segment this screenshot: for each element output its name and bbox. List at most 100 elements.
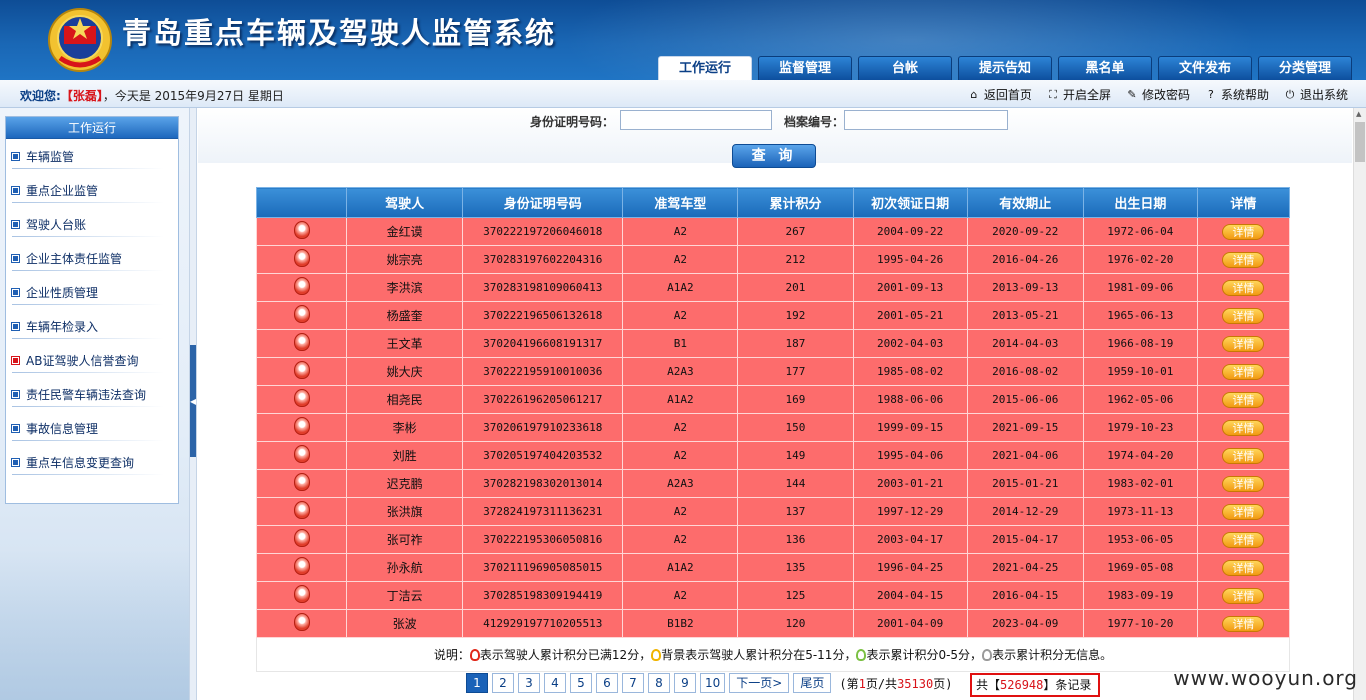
column-header: 累计积分 (737, 187, 854, 218)
scroll-up-icon[interactable]: ▲ (1356, 110, 1361, 118)
sidebar-item-9[interactable]: 重点车信息变更查询 (6, 445, 178, 479)
table-row[interactable]: 孙永航 370211196905085015 A1A2 135 1996-04-25 20… (255, 553, 1291, 582)
page-1-button[interactable]: 1 (466, 673, 488, 693)
table-row[interactable]: 王文革 370204196608191317 B1 187 2002-04-03 2014… (255, 329, 1291, 358)
table-cell: 201 (737, 273, 854, 302)
toplink-fullscreen[interactable]: ⛶ 开启全屏 (1046, 86, 1111, 103)
toplink-home[interactable]: ⌂ 返回首页 (967, 86, 1032, 103)
sidebar-menu-header[interactable]: 工作运行 (6, 117, 178, 139)
detail-button[interactable]: 详情 (1222, 335, 1265, 352)
sidebar-item-3[interactable]: 企业主体责任监管 (6, 241, 178, 275)
table-cell: A2 (622, 245, 739, 274)
detail-button[interactable]: 详情 (1222, 559, 1265, 576)
file-number-input[interactable] (844, 110, 1008, 130)
legend: 说明： 表示驾驶人累计积分已满12分， 背景表示驾驶人累计积分在5-11分， 表示累计… (256, 638, 1290, 672)
table-row[interactable]: 金红谟 370222197206046018 A2 267 2004-09-22 2020… (255, 217, 1291, 246)
detail-button[interactable]: 详情 (1222, 251, 1265, 268)
table-cell: 1962-05-06 (1082, 385, 1198, 414)
toplink-key[interactable]: ✎ 修改密码 (1125, 86, 1190, 103)
toplink-help[interactable]: ? 系统帮助 (1204, 86, 1269, 103)
table-cell: 相尧民 (346, 385, 464, 414)
table-cell: 370222197206046018 (462, 217, 624, 246)
vertical-scrollbar[interactable]: ▲ (1353, 108, 1366, 700)
nav-tab-0[interactable]: 工作运行 (658, 56, 752, 80)
table-cell: 136 (737, 525, 854, 554)
sidebar-item-8[interactable]: 事故信息管理 (6, 411, 178, 445)
next-page-button[interactable]: 下一页> (729, 673, 790, 693)
status-cell (255, 609, 348, 638)
detail-button[interactable]: 详情 (1222, 363, 1265, 380)
scrollbar-thumb[interactable] (1355, 122, 1365, 162)
sidebar-item-6[interactable]: AB证驾驶人信誉查询 (6, 343, 178, 377)
table-cell: 1966-08-19 (1082, 329, 1198, 358)
page-3-button[interactable]: 3 (518, 673, 540, 693)
page-2-button[interactable]: 2 (492, 673, 514, 693)
toplink-logout[interactable]: ⏻ 退出系统 (1283, 86, 1348, 103)
table-cell: 1979-10-23 (1082, 413, 1198, 442)
page-6-button[interactable]: 6 (596, 673, 618, 693)
column-header (255, 187, 348, 218)
detail-button[interactable]: 详情 (1222, 531, 1265, 548)
id-number-input[interactable] (620, 110, 772, 130)
table-row[interactable]: 姚宗亮 370283197602204316 A2 212 1995-04-26 2016… (255, 245, 1291, 274)
sidebar-item-1[interactable]: 重点企业监管 (6, 173, 178, 207)
detail-button[interactable]: 详情 (1222, 307, 1265, 324)
sidebar-splitter[interactable]: ◀ (189, 108, 197, 700)
table-row[interactable]: 相尧民 370226196205061217 A1A2 169 1988-06-06 20… (255, 385, 1291, 414)
detail-button[interactable]: 详情 (1222, 279, 1265, 296)
page-4-button[interactable]: 4 (544, 673, 566, 693)
column-header: 准驾车型 (622, 187, 739, 218)
sidebar-item-7[interactable]: 责任民警车辆违法查询 (6, 377, 178, 411)
detail-button[interactable]: 详情 (1222, 419, 1265, 436)
detail-button[interactable]: 详情 (1222, 615, 1265, 632)
legend-text: 背景表示驾驶人累计积分在5-11分， (661, 648, 857, 662)
sidebar-item-5[interactable]: 车辆年检录入 (6, 309, 178, 343)
page-5-button[interactable]: 5 (570, 673, 592, 693)
table-cell: 2016-04-15 (966, 581, 1084, 610)
table-cell: 2016-08-02 (966, 357, 1084, 386)
file-number-label: 档案编号： (784, 115, 845, 129)
table-row[interactable]: 李彬 370206197910233618 A2 150 1999-09-15 2021-… (255, 413, 1291, 442)
table-row[interactable]: 张波 412929197710205513 B1B2 120 2001-04-09 202… (255, 609, 1291, 638)
table-row[interactable]: 李洪滨 370283198109060413 A1A2 201 2001-09-13 20… (255, 273, 1291, 302)
red-bulb-icon (293, 277, 310, 295)
table-row[interactable]: 迟克鹏 370282198302013014 A2A3 144 2003-01-21 20… (255, 469, 1291, 498)
detail-cell: 详情 (1196, 357, 1291, 386)
detail-button[interactable]: 详情 (1222, 587, 1265, 604)
detail-button[interactable]: 详情 (1222, 391, 1265, 408)
chevron-left-icon[interactable]: ◀ (190, 397, 196, 406)
query-button[interactable]: 查 询 (732, 144, 816, 168)
detail-button[interactable]: 详情 (1222, 475, 1265, 492)
sidebar-item-2[interactable]: 驾驶人台账 (6, 207, 178, 241)
nav-tab-6[interactable]: 分类管理 (1258, 56, 1352, 80)
sidebar-item-0[interactable]: 车辆监管 (6, 139, 178, 173)
detail-button[interactable]: 详情 (1222, 223, 1265, 240)
table-cell: 1972-06-04 (1082, 217, 1198, 246)
sidebar-menu-items: 车辆监管 重点企业监管 驾驶人台账 企业主体责任监管 企业性质管理 车辆年检录入 AB证驾驶… (6, 139, 178, 479)
page-10-button[interactable]: 10 (700, 673, 726, 693)
last-page-button[interactable]: 尾页 (793, 673, 832, 693)
page-9-button[interactable]: 9 (674, 673, 696, 693)
table-row[interactable]: 姚大庆 370222195910010036 A2A3 177 1985-08-02 20… (255, 357, 1291, 386)
nav-tab-4[interactable]: 黑名单 (1058, 56, 1152, 80)
table-cell: 王文革 (346, 329, 464, 358)
logout-icon: ⏻ (1285, 87, 1295, 101)
table-row[interactable]: 张可祚 370222195306050816 A2 136 2003-04-17 2015… (255, 525, 1291, 554)
detail-button[interactable]: 详情 (1222, 503, 1265, 520)
table-row[interactable]: 张洪旗 372824197311136231 A2 137 1997-12-29 2014… (255, 497, 1291, 526)
nav-tab-3[interactable]: 提示告知 (958, 56, 1052, 80)
nav-tab-1[interactable]: 监督管理 (758, 56, 852, 80)
detail-button[interactable]: 详情 (1222, 447, 1265, 464)
nav-tab-5[interactable]: 文件发布 (1158, 56, 1252, 80)
table-row[interactable]: 杨盛奎 370222196506132618 A2 192 2001-05-21 2013… (255, 301, 1291, 330)
table-row[interactable]: 刘胜 370205197404203532 A2 149 1995-04-06 2021-… (255, 441, 1291, 470)
table-cell: 1983-02-01 (1082, 469, 1198, 498)
main-nav-tabs: 工作运行 监督管理 台帐 提示告知 黑名单 文件发布 分类管理 (658, 56, 1358, 80)
page-8-button[interactable]: 8 (648, 673, 670, 693)
table-cell: 2002-04-03 (852, 329, 968, 358)
page-7-button[interactable]: 7 (622, 673, 644, 693)
table-cell: 149 (737, 441, 854, 470)
table-row[interactable]: 丁洁云 370285198309194419 A2 125 2004-04-15 2016… (255, 581, 1291, 610)
nav-tab-2[interactable]: 台帐 (858, 56, 952, 80)
sidebar-item-4[interactable]: 企业性质管理 (6, 275, 178, 309)
